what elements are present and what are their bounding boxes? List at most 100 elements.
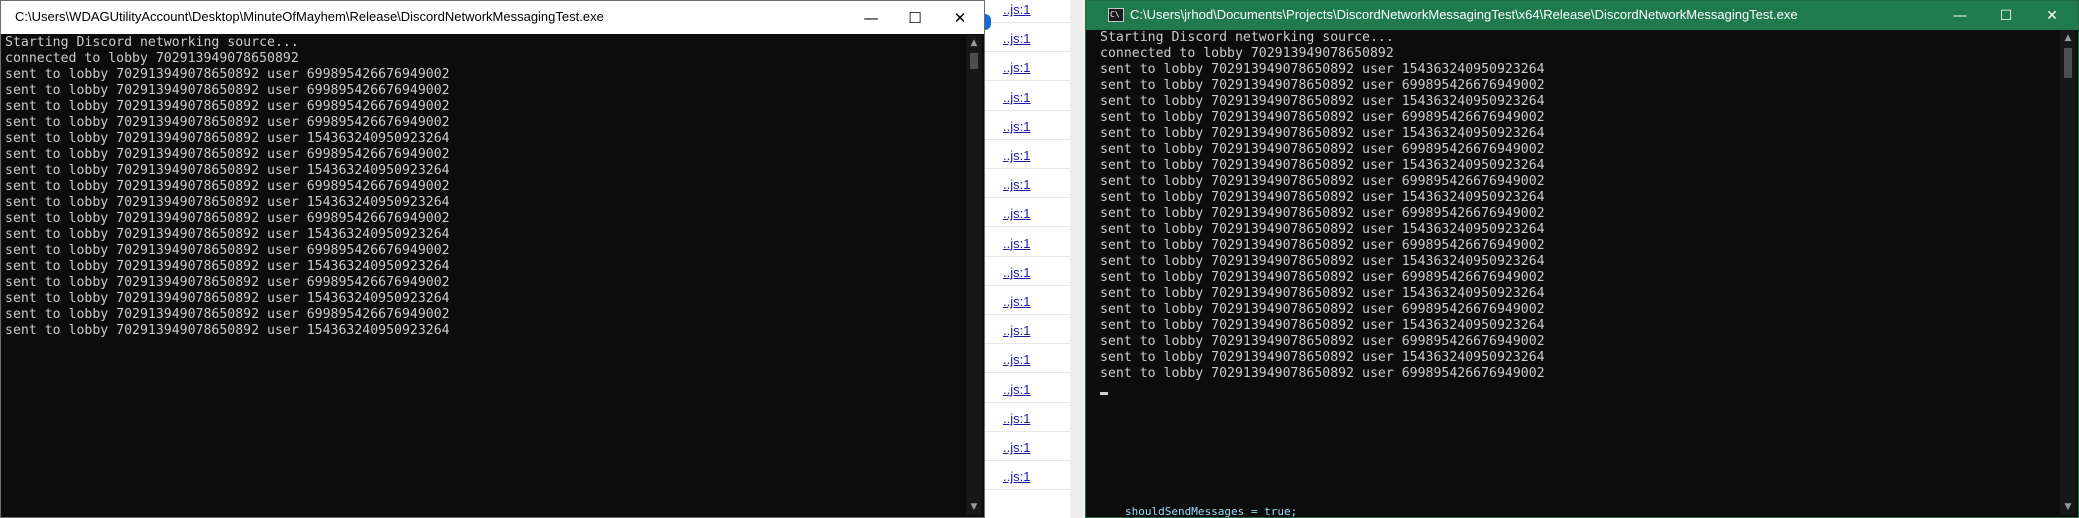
background-link-list: ..js:1 ..js:1 ..js:1 ..js:1 ..js:1 ..js:1 ..js… [985,0,1070,518]
console-line: sent to lobby 702913949078650892 user 69… [1100,366,1545,381]
source-link[interactable]: ..js:1 [1003,148,1030,163]
console-line: sent to lobby 702913949078650892 user 15… [1100,190,1545,205]
console-line: sent to lobby 702913949078650892 user 69… [1100,302,1545,317]
scroll-up-arrow-icon[interactable]: ▲ [966,35,982,51]
row-divider [985,255,1070,257]
console-line: sent to lobby 702913949078650892 user 15… [5,195,450,210]
console-line: sent to lobby 702913949078650892 user 15… [1100,126,1545,141]
console-line: sent to lobby 702913949078650892 user 15… [5,259,450,274]
source-link[interactable]: ..js:1 [1003,440,1030,455]
console-line: sent to lobby 702913949078650892 user 69… [5,115,450,130]
console-line: sent to lobby 702913949078650892 user 15… [5,131,450,146]
console-line: sent to lobby 702913949078650892 user 69… [5,243,450,258]
source-link[interactable]: ..js:1 [1003,2,1030,17]
console-line: sent to lobby 702913949078650892 user 69… [1100,174,1545,189]
text-cursor [1100,392,1108,395]
row-divider [985,314,1070,315]
source-link[interactable]: ..js:1 [1003,411,1030,426]
left-scroll-thumb[interactable] [970,53,978,69]
maximize-button[interactable]: ☐ [1983,1,2029,30]
right-scroll-thumb[interactable] [2064,48,2072,78]
row-divider [985,401,1070,403]
row-divider [985,197,1070,199]
right-console-output[interactable]: Starting Discord networking source... con… [1100,30,2056,515]
source-link[interactable]: ..js:1 [1003,352,1030,367]
row-divider [985,226,1070,228]
background-code-snippet: shouldSendMessages = true; [1125,505,1298,518]
console-line: sent to lobby 702913949078650892 user 15… [1100,254,1545,269]
source-link[interactable]: ..js:1 [1003,206,1030,221]
minimize-button[interactable]: — [1937,1,1983,30]
left-console-scrollbar[interactable]: ▲ ▼ [966,35,982,515]
console-app-icon: C\ [1108,8,1124,22]
console-line: sent to lobby 702913949078650892 user 15… [5,291,450,306]
console-line: sent to lobby 702913949078650892 user 69… [1100,142,1545,157]
left-window-titlebar[interactable]: C:\Users\WDAGUtilityAccount\Desktop\Minu… [1,1,984,34]
left-window-title: C:\Users\WDAGUtilityAccount\Desktop\Minu… [15,9,604,24]
row-divider [985,430,1070,432]
console-line: Starting Discord networking source... [5,35,299,50]
console-line: connected to lobby 702913949078650892 [1100,46,1394,61]
console-line: sent to lobby 702913949078650892 user 15… [1100,158,1545,173]
scroll-down-arrow-icon[interactable]: ▼ [966,499,982,515]
console-line: sent to lobby 702913949078650892 user 69… [5,275,450,290]
console-line: sent to lobby 702913949078650892 user 15… [5,163,450,178]
source-link[interactable]: ..js:1 [1003,90,1030,105]
close-button[interactable]: ✕ [937,1,983,34]
row-divider [985,109,1070,111]
console-line: sent to lobby 702913949078650892 user 69… [5,307,450,322]
row-divider [985,460,1070,461]
console-line: sent to lobby 702913949078650892 user 15… [1100,286,1545,301]
source-link[interactable]: ..js:1 [1003,119,1030,134]
console-line: sent to lobby 702913949078650892 user 15… [1100,94,1545,109]
console-line: connected to lobby 702913949078650892 [5,51,299,66]
source-link[interactable]: ..js:1 [1003,469,1030,484]
console-line: sent to lobby 702913949078650892 user 15… [1100,62,1545,77]
console-line: sent to lobby 702913949078650892 user 69… [1100,78,1545,93]
source-link[interactable]: ..js:1 [1003,323,1030,338]
console-line: sent to lobby 702913949078650892 user 69… [5,179,450,194]
left-console-window: C:\Users\WDAGUtilityAccount\Desktop\Minu… [0,0,985,518]
row-divider [985,22,1070,23]
row-divider [985,284,1070,286]
maximize-button[interactable]: ☐ [892,1,938,34]
row-divider [985,343,1070,345]
background-scroll-gutter [1070,0,1085,518]
row-divider [985,138,1070,140]
console-line: sent to lobby 702913949078650892 user 69… [5,211,450,226]
console-line: sent to lobby 702913949078650892 user 69… [1100,206,1545,221]
console-line: sent to lobby 702913949078650892 user 69… [1100,110,1545,125]
row-divider [985,51,1070,53]
console-line: sent to lobby 702913949078650892 user 15… [1100,222,1545,237]
console-line: sent to lobby 702913949078650892 user 69… [1100,270,1545,285]
background-editor-strip: ..js:1 ..js:1 ..js:1 ..js:1 ..js:1 ..js:1 ..js… [985,0,1085,518]
console-line: Starting Discord networking source... [1100,30,1394,45]
console-line: sent to lobby 702913949078650892 user 15… [1100,318,1545,333]
console-line: sent to lobby 702913949078650892 user 69… [1100,334,1545,349]
source-link[interactable]: ..js:1 [1003,294,1030,309]
source-link[interactable]: ..js:1 [1003,60,1030,75]
row-divider [985,372,1070,374]
source-link[interactable]: ..js:1 [1003,177,1030,192]
console-line: sent to lobby 702913949078650892 user 15… [5,227,450,242]
scroll-down-arrow-icon[interactable]: ▼ [2060,499,2076,515]
right-window-title: C:\Users\jrhod\Documents\Projects\Discor… [1130,7,1798,22]
row-divider [985,168,1070,169]
console-line: sent to lobby 702913949078650892 user 15… [5,323,450,338]
source-link[interactable]: ..js:1 [1003,382,1030,397]
console-line: sent to lobby 702913949078650892 user 69… [5,67,450,82]
source-link[interactable]: ..js:1 [1003,31,1030,46]
close-button[interactable]: ✕ [2029,1,2075,30]
left-console-output[interactable]: Starting Discord networking source... con… [5,35,964,515]
scroll-up-arrow-icon[interactable]: ▲ [2060,30,2076,46]
source-link[interactable]: ..js:1 [1003,265,1030,280]
right-window-titlebar[interactable]: C\ C:\Users\jrhod\Documents\Projects\Dis… [1086,1,2078,30]
row-divider [985,80,1070,82]
console-line: sent to lobby 702913949078650892 user 69… [5,83,450,98]
minimize-button[interactable]: — [848,1,894,34]
console-line: sent to lobby 702913949078650892 user 69… [5,99,450,114]
console-line: sent to lobby 702913949078650892 user 69… [1100,238,1545,253]
source-link[interactable]: ..js:1 [1003,236,1030,251]
right-console-window: C\ C:\Users\jrhod\Documents\Projects\Dis… [1085,0,2079,518]
right-console-scrollbar[interactable]: ▲ ▼ [2060,30,2076,515]
